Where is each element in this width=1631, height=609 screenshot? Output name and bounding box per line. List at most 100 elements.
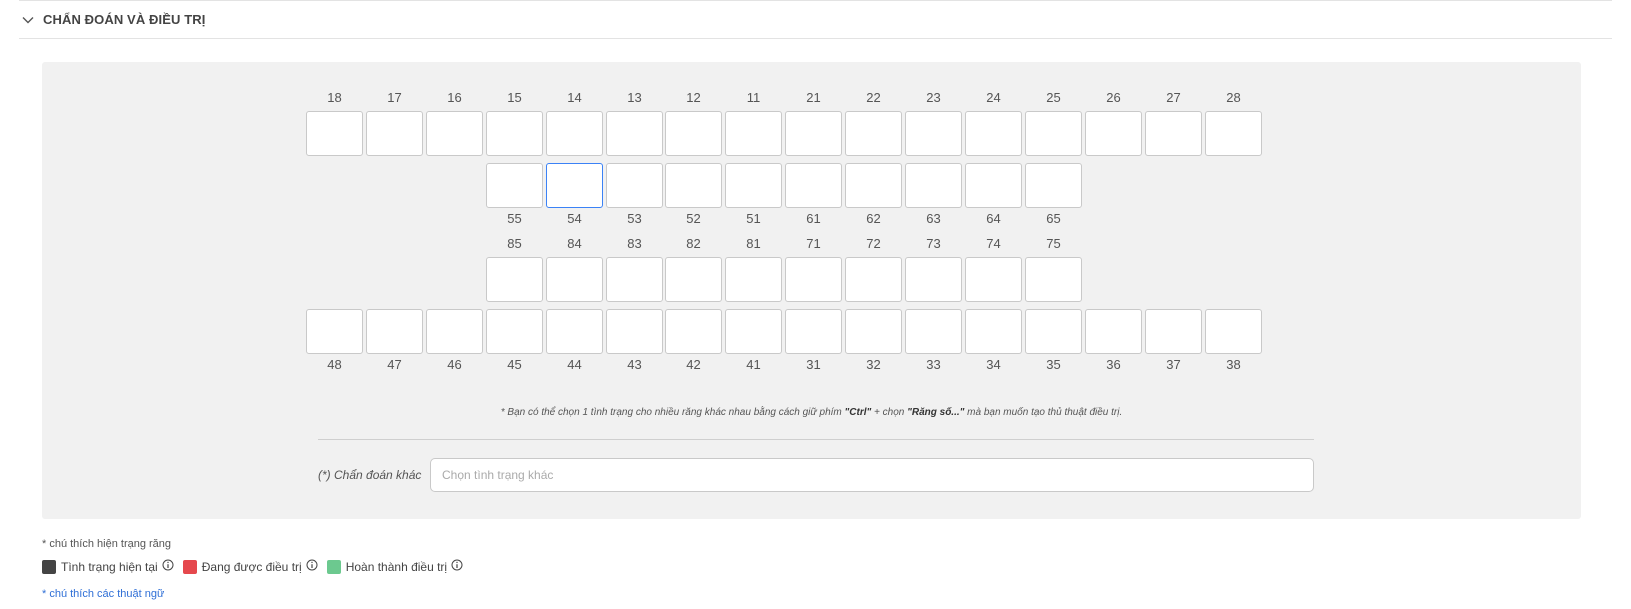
- tooth-number-54: 54: [567, 211, 582, 226]
- tooth-box-83[interactable]: [606, 257, 663, 302]
- tooth-number-13: 13: [627, 90, 642, 105]
- tooth-box-38[interactable]: [1205, 309, 1262, 354]
- tooth-box-36[interactable]: [1085, 309, 1142, 354]
- section-title: CHẨN ĐOÁN VÀ ĐIỀU TRỊ: [43, 12, 206, 27]
- info-icon[interactable]: [451, 559, 463, 571]
- tooth-box-84[interactable]: [546, 257, 603, 302]
- terms-legend-link[interactable]: * chú thích các thuật ngữ: [42, 588, 164, 600]
- tooth-number-83: 83: [627, 236, 642, 251]
- tooth-number-34: 34: [986, 357, 1001, 372]
- tooth-number-61: 61: [806, 211, 821, 226]
- tooth-number-53: 53: [627, 211, 642, 226]
- tooth-number-25: 25: [1046, 90, 1061, 105]
- tooth-box-74[interactable]: [965, 257, 1022, 302]
- tooth-box-12[interactable]: [665, 111, 722, 156]
- tooth-box-32[interactable]: [845, 309, 902, 354]
- tooth-number-65: 65: [1046, 211, 1061, 226]
- legend-swatch-current: [42, 560, 56, 574]
- tooth-box-25[interactable]: [1025, 111, 1082, 156]
- tooth-number-31: 31: [806, 357, 821, 372]
- tooth-box-31[interactable]: [785, 309, 842, 354]
- tooth-box-85[interactable]: [486, 257, 543, 302]
- tooth-chart-panel: 18 17 16 15 14 13 12 11 21 22 23 24 25 26 27 28 55 54 53 52…: [42, 62, 1581, 519]
- tooth-number-28: 28: [1226, 90, 1241, 105]
- tooth-box-82[interactable]: [665, 257, 722, 302]
- tooth-box-71[interactable]: [785, 257, 842, 302]
- legend-item-completed: Hoàn thành điều trị: [326, 559, 463, 574]
- tooth-box-46[interactable]: [426, 309, 483, 354]
- tooth-number-37: 37: [1166, 357, 1181, 372]
- section-header[interactable]: CHẨN ĐOÁN VÀ ĐIỀU TRỊ: [19, 0, 1612, 39]
- hint-text-middle: + chọn: [871, 407, 908, 418]
- tooth-box-44[interactable]: [546, 309, 603, 354]
- tooth-box-81[interactable]: [725, 257, 782, 302]
- tooth-number-41: 41: [746, 357, 761, 372]
- tooth-number-15: 15: [507, 90, 522, 105]
- tooth-box-72[interactable]: [845, 257, 902, 302]
- tooth-box-43[interactable]: [606, 309, 663, 354]
- tooth-number-14: 14: [567, 90, 582, 105]
- tooth-box-64[interactable]: [965, 163, 1022, 208]
- tooth-number-22: 22: [866, 90, 881, 105]
- tooth-number-71: 71: [806, 236, 821, 251]
- tooth-box-16[interactable]: [426, 111, 483, 156]
- tooth-box-14[interactable]: [546, 111, 603, 156]
- tooth-number-18: 18: [327, 90, 342, 105]
- tooth-box-26[interactable]: [1085, 111, 1142, 156]
- tooth-box-37[interactable]: [1145, 309, 1202, 354]
- tooth-box-65[interactable]: [1025, 163, 1082, 208]
- tooth-box-45[interactable]: [486, 309, 543, 354]
- tooth-box-27[interactable]: [1145, 111, 1202, 156]
- tooth-number-23: 23: [926, 90, 941, 105]
- tooth-box-23[interactable]: [905, 111, 962, 156]
- tooth-box-13[interactable]: [606, 111, 663, 156]
- tooth-box-54[interactable]: [546, 163, 603, 208]
- tooth-number-45: 45: [507, 357, 522, 372]
- tooth-box-62[interactable]: [845, 163, 902, 208]
- tooth-number-81: 81: [746, 236, 761, 251]
- tooth-number-17: 17: [387, 90, 402, 105]
- tooth-box-28[interactable]: [1205, 111, 1262, 156]
- tooth-box-21[interactable]: [785, 111, 842, 156]
- info-icon[interactable]: [162, 559, 174, 571]
- tooth-box-73[interactable]: [905, 257, 962, 302]
- other-diagnosis-input[interactable]: [430, 458, 1314, 492]
- tooth-number-85: 85: [507, 236, 522, 251]
- tooth-number-11: 11: [746, 90, 761, 105]
- tooth-box-33[interactable]: [905, 309, 962, 354]
- tooth-box-18[interactable]: [306, 111, 363, 156]
- multi-select-hint: * Bạn có thể chọn 1 tình trạng cho nhiều…: [42, 407, 1581, 418]
- info-icon[interactable]: [306, 559, 318, 571]
- tooth-box-63[interactable]: [905, 163, 962, 208]
- tooth-box-61[interactable]: [785, 163, 842, 208]
- tooth-box-17[interactable]: [366, 111, 423, 156]
- tooth-box-35[interactable]: [1025, 309, 1082, 354]
- legend-swatch-in-treatment: [182, 560, 197, 574]
- tooth-box-48[interactable]: [306, 309, 363, 354]
- tooth-box-24[interactable]: [965, 111, 1022, 156]
- tooth-number-48: 48: [327, 357, 342, 372]
- tooth-number-33: 33: [926, 357, 941, 372]
- tooth-box-22[interactable]: [845, 111, 902, 156]
- tooth-number-75: 75: [1046, 236, 1061, 251]
- tooth-number-51: 51: [746, 211, 761, 226]
- tooth-number-42: 42: [686, 357, 701, 372]
- tooth-number-35: 35: [1046, 357, 1061, 372]
- tooth-box-51[interactable]: [725, 163, 782, 208]
- tooth-box-41[interactable]: [725, 309, 782, 354]
- tooth-box-52[interactable]: [665, 163, 722, 208]
- tooth-box-75[interactable]: [1025, 257, 1082, 302]
- tooth-box-55[interactable]: [486, 163, 543, 208]
- chevron-down-icon[interactable]: [21, 13, 35, 27]
- hint-tooth-number: "Răng số...": [907, 407, 965, 418]
- tooth-box-42[interactable]: [665, 309, 722, 354]
- hint-text-prefix: * Bạn có thể chọn 1 tình trạng cho nhiều…: [500, 407, 845, 418]
- tooth-box-11[interactable]: [725, 111, 782, 156]
- tooth-box-53[interactable]: [606, 163, 663, 208]
- tooth-box-15[interactable]: [486, 111, 543, 156]
- legend-label-in-treatment: Đang được điều trị: [201, 560, 302, 574]
- tooth-number-52: 52: [686, 211, 701, 226]
- tooth-number-26: 26: [1106, 90, 1121, 105]
- tooth-box-34[interactable]: [965, 309, 1022, 354]
- tooth-box-47[interactable]: [366, 309, 423, 354]
